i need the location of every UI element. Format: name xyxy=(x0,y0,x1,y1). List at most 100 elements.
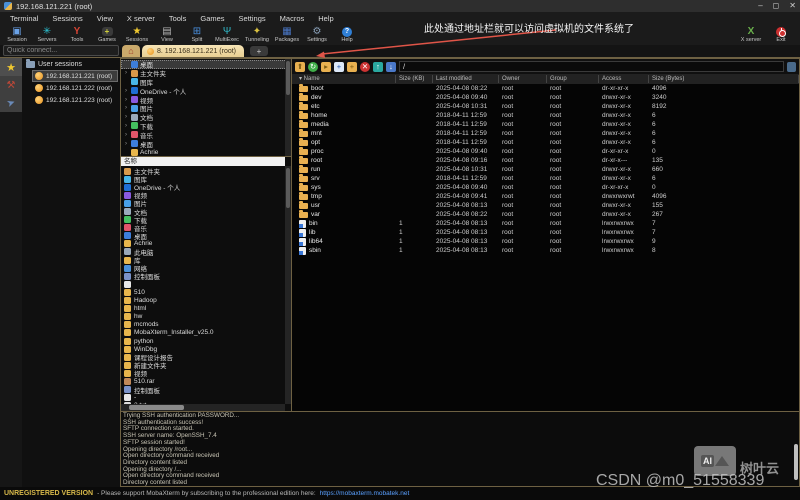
split-button[interactable]: ⊞Split xyxy=(182,24,212,45)
quick-connect-input[interactable] xyxy=(3,45,119,56)
session-button[interactable]: ▣Session xyxy=(2,24,32,45)
column-header-size-kb-[interactable]: Size (KB) xyxy=(396,75,433,83)
list-item[interactable]: 510 xyxy=(121,288,291,296)
list-item[interactable]: 视频 xyxy=(121,369,291,377)
file-row[interactable]: sys2025-04-08 09:40rootrootdr-xr-xr-x0 xyxy=(292,183,799,192)
file-row[interactable]: opt2018-04-11 12:59rootrootdrwxr-xr-x6 xyxy=(292,138,799,147)
file-row[interactable]: dev2025-04-08 09:40rootrootdrwxr-xr-x324… xyxy=(292,93,799,102)
file-row[interactable]: boot2025-04-08 08:22rootrootdr-xr-xr-x40… xyxy=(292,84,799,93)
exit-button[interactable]: Exit xyxy=(766,24,796,45)
tools-panel-button[interactable]: ⚒ xyxy=(0,76,22,94)
file-row[interactable]: var2025-04-08 08:22rootrootdrwxr-xr-x267 xyxy=(292,210,799,219)
column-header-last-modified[interactable]: Last modified xyxy=(433,75,499,83)
column-header-owner[interactable]: Owner xyxy=(499,75,547,83)
multiexec-button[interactable]: ΨMultiExec xyxy=(212,24,242,45)
close-icon[interactable]: ✕ xyxy=(789,1,796,11)
list-vertical-scrollbar[interactable] xyxy=(285,166,291,404)
menu-item-sessions[interactable]: Sessions xyxy=(46,14,88,23)
log-scrollbar[interactable] xyxy=(794,444,798,480)
sessions-panel-button[interactable]: ★ xyxy=(0,58,22,76)
delete-icon[interactable]: ✕ xyxy=(360,62,370,72)
servers-button[interactable]: ✳Servers xyxy=(32,24,62,45)
file-row[interactable]: media2018-04-11 12:59rootrootdrwxr-xr-x6 xyxy=(292,120,799,129)
column-header-name[interactable]: ▾ Name xyxy=(296,75,396,83)
list-item[interactable]: - xyxy=(121,394,291,402)
column-header-access[interactable]: Access xyxy=(599,75,649,83)
refresh-icon[interactable]: ↻ xyxy=(308,62,318,72)
chevron-right-icon[interactable]: › xyxy=(123,105,129,111)
column-header-size-bytes-[interactable]: Size (Bytes) xyxy=(649,75,799,83)
list-item[interactable] xyxy=(121,280,291,288)
chevron-right-icon[interactable]: › xyxy=(123,114,129,120)
file-row[interactable]: srv2018-04-11 12:59rootrootdrwxr-xr-x6 xyxy=(292,174,799,183)
packages-button[interactable]: ▦Packages xyxy=(272,24,302,45)
file-row[interactable]: proc2025-04-08 09:40rootrootdr-xr-xr-x0 xyxy=(292,147,799,156)
games-button[interactable]: +Games xyxy=(92,24,122,45)
list-item[interactable]: hw xyxy=(121,313,291,321)
file-row[interactable]: home2018-04-11 12:59rootrootdrwxr-xr-x6 xyxy=(292,111,799,120)
chevron-right-icon[interactable]: › xyxy=(123,70,129,76)
path-go-button[interactable] xyxy=(787,62,796,72)
menu-item-x-server[interactable]: X server xyxy=(121,14,161,23)
macros-panel-button[interactable]: ➤ xyxy=(0,94,22,112)
tree-item[interactable]: ›桌面 xyxy=(121,139,291,148)
download-icon[interactable]: ↓ xyxy=(386,62,396,72)
file-row[interactable]: mnt2018-04-11 12:59rootrootdrwxr-xr-x6 xyxy=(292,129,799,138)
session-item[interactable]: 192.168.121.221 (root) xyxy=(32,70,118,82)
tab-home[interactable]: ⌂ xyxy=(122,45,140,57)
help-button[interactable]: ?Help xyxy=(332,24,362,45)
menu-item-view[interactable]: View xyxy=(91,14,119,23)
list-item[interactable]: 桌面 xyxy=(121,232,291,240)
chevron-right-icon[interactable]: › xyxy=(123,141,129,147)
tree-vertical-scrollbar[interactable] xyxy=(285,59,291,156)
settings-button[interactable]: ⚙Settings xyxy=(302,24,332,45)
new-folder-icon[interactable]: + xyxy=(347,62,357,72)
minimize-icon[interactable]: – xyxy=(758,1,762,11)
list-item[interactable]: html xyxy=(121,305,291,313)
menu-item-terminal[interactable]: Terminal xyxy=(4,14,44,23)
tools-button[interactable]: YTools xyxy=(62,24,92,45)
file-row[interactable]: tmp2025-04-08 09:41rootrootdrwxrwxrwt409… xyxy=(292,192,799,201)
file-row[interactable]: lib12025-04-08 08:13rootrootlrwxrwxrwx7 xyxy=(292,228,799,237)
list-item[interactable]: mcmods xyxy=(121,321,291,329)
column-header-group[interactable]: Group xyxy=(547,75,599,83)
file-row[interactable]: run2025-04-08 10:31rootrootdrwxr-xr-x660 xyxy=(292,165,799,174)
menu-item-macros[interactable]: Macros xyxy=(274,14,311,23)
mobatek-link[interactable]: https://mobaxterm.mobatek.net xyxy=(320,490,410,497)
list-item[interactable]: 此电脑 xyxy=(121,248,291,256)
tab-active-session[interactable]: 8. 192.168.121.221 (root) xyxy=(142,45,244,57)
view-button[interactable]: ▤View xyxy=(152,24,182,45)
chevron-right-icon[interactable]: › xyxy=(123,88,129,94)
menu-item-help[interactable]: Help xyxy=(312,14,339,23)
list-item[interactable]: python xyxy=(121,337,291,345)
new-tab-button[interactable]: + xyxy=(250,46,268,56)
session-item[interactable]: 192.168.121.222 (root) xyxy=(32,82,118,94)
home-dir-icon[interactable]: ▸ xyxy=(321,62,331,72)
name-column-header[interactable]: 名称 xyxy=(121,157,285,166)
upload-icon[interactable]: ↑ xyxy=(373,62,383,72)
list-item[interactable]: MobaXterm_Installer_v25.0 xyxy=(121,329,291,337)
chevron-right-icon[interactable]: › xyxy=(123,123,129,129)
file-row[interactable]: bin12025-04-08 08:13rootrootlrwxrwxrwx7 xyxy=(292,219,799,228)
new-file-icon[interactable]: + xyxy=(334,62,344,72)
file-row[interactable]: etc2025-04-08 10:31rootrootdrwxr-xr-x819… xyxy=(292,102,799,111)
session-item[interactable]: 192.168.121.223 (root) xyxy=(32,94,118,106)
user-sessions-header[interactable]: User sessions xyxy=(22,60,120,70)
list-item[interactable]: Hadoop xyxy=(121,297,291,305)
list-horizontal-scrollbar[interactable] xyxy=(121,404,285,411)
list-item[interactable]: 控制面板 xyxy=(121,272,291,280)
list-item[interactable]: 控制面板 xyxy=(121,386,291,394)
tunneling-button[interactable]: ✦Tunneling xyxy=(242,24,272,45)
file-row[interactable]: usr2025-04-08 08:13rootrootdrwxr-xr-x155 xyxy=(292,201,799,210)
chevron-right-icon[interactable]: › xyxy=(123,97,129,103)
path-address-bar[interactable] xyxy=(399,61,784,72)
maximize-icon[interactable]: ◻ xyxy=(773,1,780,11)
sessions-button[interactable]: ★Sessions xyxy=(122,24,152,45)
file-row[interactable]: lib6412025-04-08 08:13rootrootlrwxrwxrwx… xyxy=(292,237,799,246)
menu-item-settings[interactable]: Settings xyxy=(233,14,272,23)
chevron-right-icon[interactable]: › xyxy=(123,132,129,138)
file-row[interactable]: root2025-04-08 09:16rootrootdr-xr-x---13… xyxy=(292,156,799,165)
menu-item-tools[interactable]: Tools xyxy=(163,14,193,23)
parent-dir-icon[interactable]: ⬆ xyxy=(295,62,305,72)
x-server-button[interactable]: XX server xyxy=(736,24,766,45)
